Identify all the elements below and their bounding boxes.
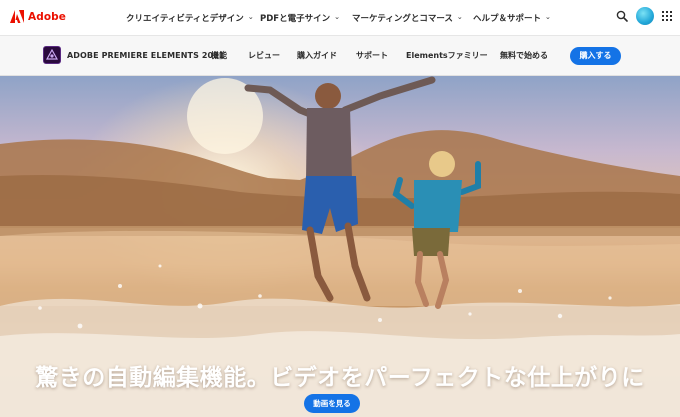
product-nav: ADOBE PREMIERE ELEMENTS 2021 機能 レビュー 購入ガ… xyxy=(0,35,680,76)
pnav-item-elements-family[interactable]: Elementsファミリー xyxy=(406,36,488,76)
watch-video-button[interactable]: 動画を見る xyxy=(304,394,360,413)
chevron-down-icon: ⌄ xyxy=(334,12,340,21)
app-switcher-icon[interactable] xyxy=(662,11,672,21)
hero-banner: 驚きの自動編集機能。ビデオをパーフェクトな仕上がりに 動画を見る xyxy=(0,76,680,417)
premiere-elements-glyph xyxy=(46,49,58,60)
chevron-down-icon: ⌄ xyxy=(456,12,463,21)
chevron-down-icon: ⌄ xyxy=(545,12,551,21)
pnav-item-free-trial[interactable]: 無料で始める xyxy=(500,36,548,76)
gnav-item-label: ヘルプ＆サポート xyxy=(473,13,542,24)
gnav-item-label: マーケティングとコマース xyxy=(352,13,453,24)
adobe-logo[interactable]: Adobe xyxy=(10,10,66,23)
search-icon[interactable] xyxy=(616,10,628,22)
chevron-down-icon: ⌄ xyxy=(247,12,254,21)
gnav-item-help[interactable]: ヘルプ＆サポート ⌄ xyxy=(473,0,551,35)
pnav-item-support[interactable]: サポート xyxy=(356,36,388,76)
brand-name: Adobe xyxy=(28,10,66,23)
gnav-item-label: クリエイティビティとデザイン xyxy=(126,13,244,24)
pnav-item-buying-guide[interactable]: 購入ガイド xyxy=(297,36,337,76)
pnav-item-reviews[interactable]: レビュー xyxy=(248,36,280,76)
global-nav: Adobe クリエイティビティとデザイン ⌄ PDFと電子サイン ⌄ マーケティング… xyxy=(0,0,680,35)
gnav-item-marketing[interactable]: マーケティングとコマース ⌄ xyxy=(352,0,463,35)
gnav-item-creativity[interactable]: クリエイティビティとデザイン ⌄ xyxy=(126,0,254,35)
product-name[interactable]: ADOBE PREMIERE ELEMENTS 2021 xyxy=(67,36,225,76)
adobe-logo-icon xyxy=(10,10,24,23)
hero-headline: 驚きの自動編集機能。ビデオをパーフェクトな仕上がりに xyxy=(35,365,645,391)
premiere-elements-icon[interactable] xyxy=(43,46,61,64)
user-avatar[interactable] xyxy=(636,7,654,25)
gnav-item-label: PDFと電子サイン xyxy=(260,13,331,24)
buy-button[interactable]: 購入する xyxy=(570,47,621,65)
gnav-item-pdf[interactable]: PDFと電子サイン ⌄ xyxy=(260,0,340,35)
pnav-item-features[interactable]: 機能 xyxy=(211,36,227,76)
